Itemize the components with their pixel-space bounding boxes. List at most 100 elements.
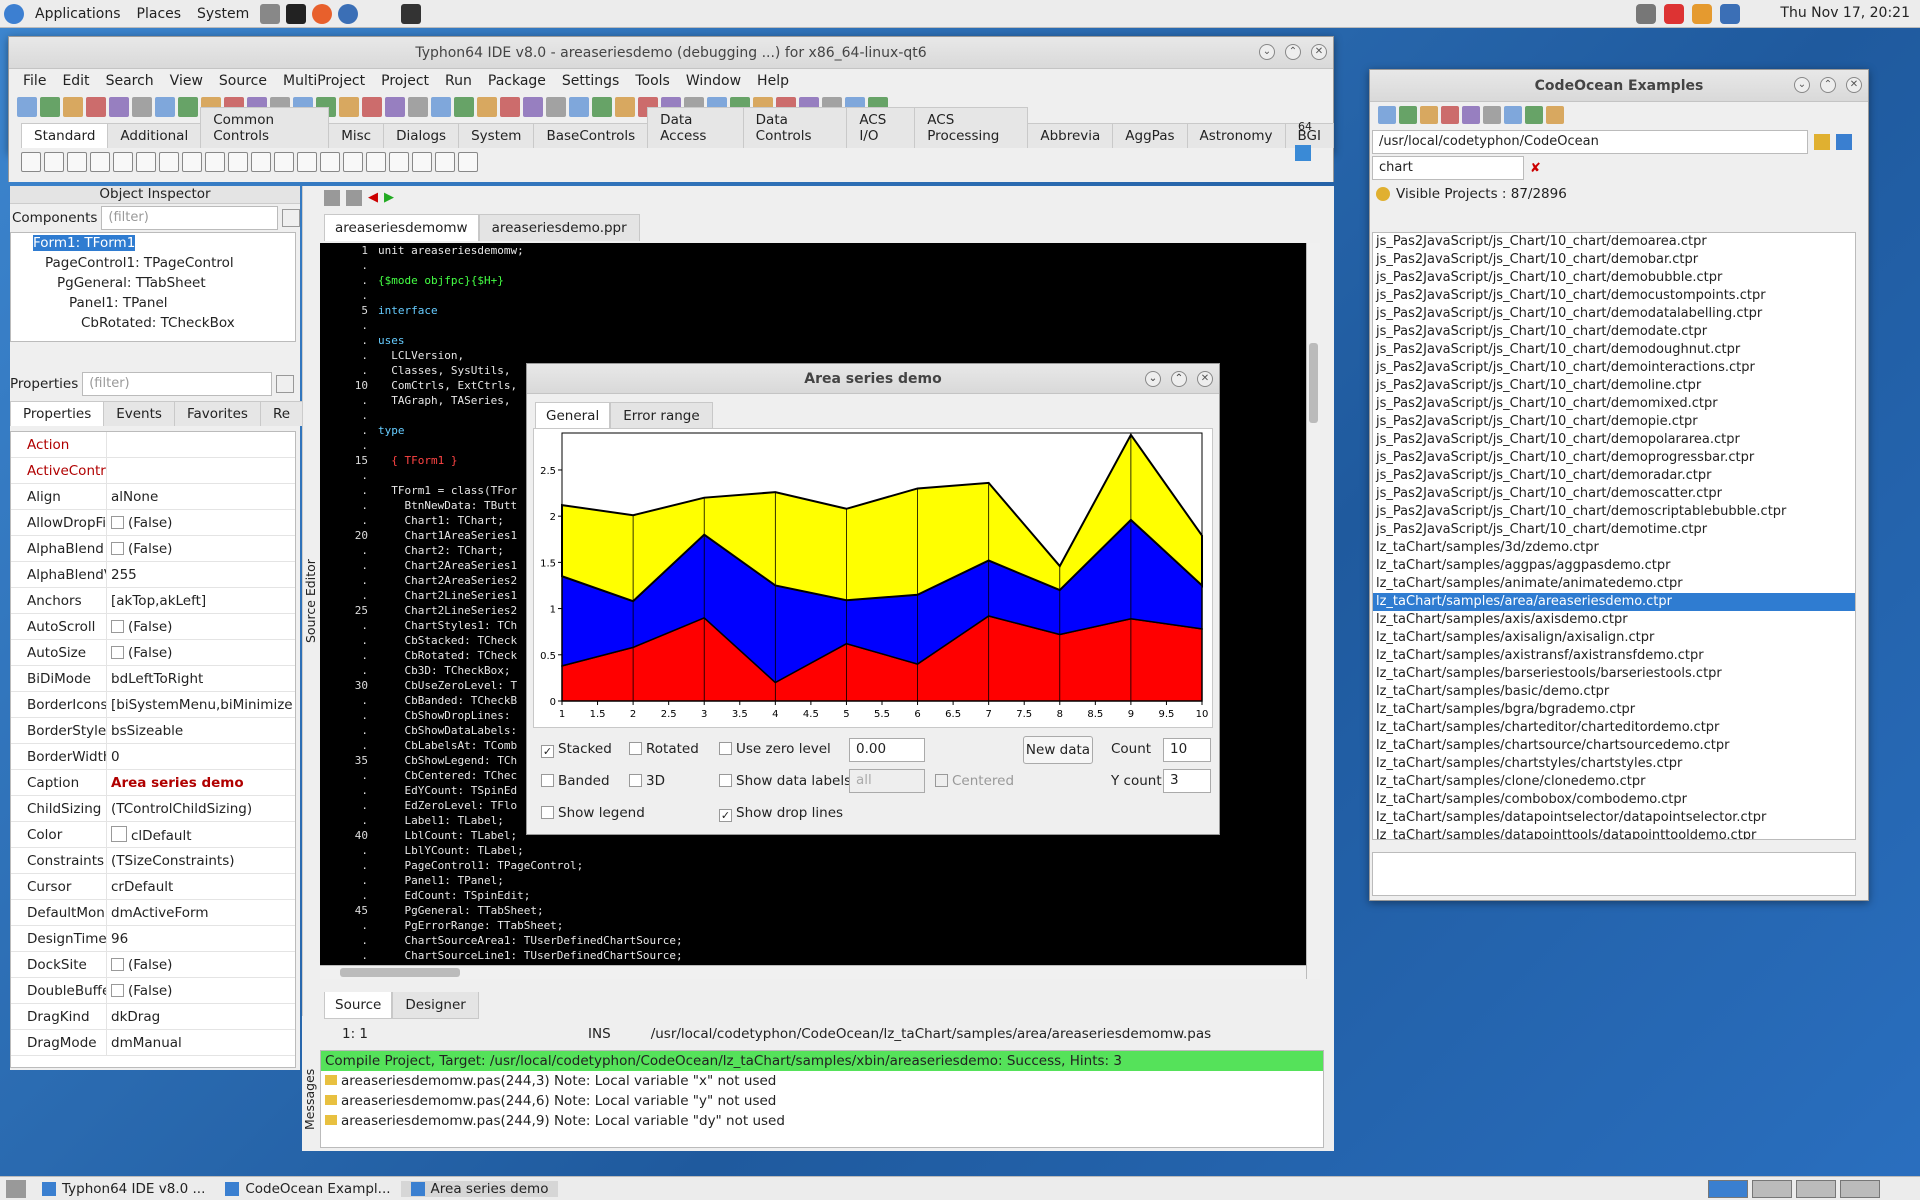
palette-component-icon[interactable]: [251, 152, 271, 172]
palette-tab[interactable]: Additional: [107, 123, 202, 148]
file-manager-launcher-icon[interactable]: [260, 3, 281, 24]
banded-checkbox[interactable]: Banded: [541, 773, 610, 789]
property-row[interactable]: DockSite (False): [11, 951, 295, 978]
property-row[interactable]: AlphaBlendValu255: [11, 561, 295, 588]
property-value[interactable]: Area series demo: [107, 775, 244, 791]
property-row[interactable]: DefaultMonitordmActiveForm: [11, 899, 295, 926]
menu-source[interactable]: Source: [211, 73, 275, 89]
property-value[interactable]: (False): [107, 983, 172, 999]
clear-filter-icon[interactable]: [282, 209, 300, 227]
palette-component-icon[interactable]: [366, 152, 386, 172]
property-row[interactable]: BorderWidth 0: [11, 743, 295, 770]
network-icon[interactable]: [1720, 4, 1740, 24]
palette-tab[interactable]: Data Controls: [742, 107, 848, 148]
palette-component-icon[interactable]: [44, 152, 64, 172]
editor-toolbar-icon[interactable]: [346, 190, 362, 206]
property-row[interactable]: ActiveControl: [11, 457, 295, 484]
toolbar-button[interactable]: [178, 97, 198, 117]
properties-filter-input[interactable]: (filter): [82, 372, 273, 396]
project-list-item[interactable]: lz_taChart/samples/datapointtools/datapo…: [1373, 827, 1855, 839]
checkbox-icon[interactable]: [111, 541, 124, 555]
property-row[interactable]: AlphaBlend (False): [11, 535, 295, 562]
forward-arrow-icon[interactable]: ▶: [384, 190, 394, 206]
property-value[interactable]: dkDrag: [107, 1009, 160, 1025]
fedora-icon[interactable]: [4, 3, 24, 24]
editor-hscrollbar[interactable]: [320, 965, 1306, 979]
tab-areaseriesdemomw[interactable]: areaseriesdemomw: [324, 214, 479, 241]
toolbar-button[interactable]: [40, 97, 60, 117]
menu-help[interactable]: Help: [749, 73, 797, 89]
project-list-item[interactable]: js_Pas2JavaScript/js_Chart/10_chart/demo…: [1373, 287, 1855, 305]
inspector-tab[interactable]: Events: [103, 401, 175, 426]
menu-view[interactable]: View: [162, 73, 211, 89]
codeocean-titlebar[interactable]: CodeOcean Examples ⌄ ⌃ ✕: [1370, 70, 1868, 102]
workspace-switcher[interactable]: [1708, 1179, 1880, 1198]
tree-node[interactable]: Panel1: TPanel: [11, 293, 295, 313]
maximize-button[interactable]: ⌃: [1820, 77, 1836, 93]
checkbox-icon[interactable]: [111, 957, 124, 971]
palette-tab[interactable]: Standard: [21, 123, 109, 148]
toolbar-button[interactable]: [615, 97, 635, 117]
menu-multiproject[interactable]: MultiProject: [275, 73, 373, 89]
project-list-item[interactable]: lz_taChart/samples/clone/clonedemo.ctpr: [1373, 773, 1855, 791]
palette-component-icon[interactable]: [297, 152, 317, 172]
menu-package[interactable]: Package: [480, 73, 554, 89]
property-value[interactable]: crDefault: [107, 879, 173, 895]
compile-success-message[interactable]: Compile Project, Target: /usr/local/code…: [321, 1051, 1323, 1071]
codeocean-path-input[interactable]: /usr/local/codetyphon/CodeOcean: [1372, 130, 1808, 154]
close-button[interactable]: ✕: [1311, 44, 1327, 60]
ide-titlebar[interactable]: Typhon64 IDE v8.0 - areaseriesdemo (debu…: [9, 37, 1333, 69]
palette-component-icon[interactable]: [67, 152, 87, 172]
project-list-item[interactable]: js_Pas2JavaScript/js_Chart/10_chart/demo…: [1373, 395, 1855, 413]
codeocean-toolbar-button[interactable]: [1399, 106, 1417, 124]
3d-checkbox[interactable]: 3D: [629, 773, 665, 789]
toolbar-button[interactable]: [500, 97, 520, 117]
workspace-1[interactable]: [1708, 1179, 1748, 1198]
toolbar-button[interactable]: [408, 97, 428, 117]
use-zero-level-checkbox[interactable]: Use zero level: [719, 741, 831, 757]
project-list-item[interactable]: lz_taChart/samples/aggpas/aggpasdemo.ctp…: [1373, 557, 1855, 575]
codeocean-search-input[interactable]: chart: [1372, 156, 1524, 180]
toolbar-button[interactable]: [63, 97, 83, 117]
property-row[interactable]: ChildSizing (TControlChildSizing): [11, 795, 295, 822]
property-value[interactable]: bdLeftToRight: [107, 671, 203, 687]
palette-component-icon[interactable]: [435, 152, 455, 172]
menu-places[interactable]: Places: [129, 6, 190, 22]
codeocean-toolbar-button[interactable]: [1525, 106, 1543, 124]
labels-at-combobox[interactable]: all: [849, 769, 925, 793]
project-list-item[interactable]: js_Pas2JavaScript/js_Chart/10_chart/demo…: [1373, 359, 1855, 377]
property-row[interactable]: DesignTimePPI96: [11, 925, 295, 952]
project-list-item[interactable]: lz_taChart/samples/axisalign/axisalign.c…: [1373, 629, 1855, 647]
tab-general[interactable]: General: [535, 402, 611, 429]
tree-node[interactable]: Form1: TForm1: [11, 233, 295, 253]
project-list-item[interactable]: lz_taChart/samples/datapointselector/dat…: [1373, 809, 1855, 827]
menu-system[interactable]: System: [189, 6, 257, 22]
clear-filter-icon[interactable]: [276, 375, 295, 393]
project-list-item[interactable]: lz_taChart/samples/combobox/combodemo.ct…: [1373, 791, 1855, 809]
project-list-item[interactable]: js_Pas2JavaScript/js_Chart/10_chart/demo…: [1373, 413, 1855, 431]
ycount-spinedit[interactable]: 3: [1163, 769, 1211, 793]
property-value[interactable]: clDefault: [107, 825, 192, 844]
clock[interactable]: Thu Nov 17, 20:21: [1780, 5, 1910, 21]
palette-component-icon[interactable]: [90, 152, 110, 172]
menu-project[interactable]: Project: [373, 73, 437, 89]
system-monitor-icon[interactable]: [401, 3, 422, 24]
tab-designer[interactable]: Designer: [392, 992, 479, 1019]
toolbar-button[interactable]: [17, 97, 37, 117]
palette-component-icon[interactable]: [182, 152, 202, 172]
hint-message[interactable]: areaseriesdemomw.pas(244,9) Note: Local …: [321, 1111, 1323, 1131]
workspace-4[interactable]: [1840, 1179, 1880, 1198]
show-desktop-icon[interactable]: [6, 1179, 26, 1198]
minimize-button[interactable]: ⌄: [1259, 44, 1275, 60]
checkbox-icon[interactable]: [111, 619, 124, 633]
palette-component-icon[interactable]: [228, 152, 248, 172]
property-row[interactable]: Cursor crDefault: [11, 873, 295, 900]
property-row[interactable]: DragKind dkDrag: [11, 1003, 295, 1030]
codeocean-toolbar-button[interactable]: [1378, 106, 1396, 124]
project-list-item[interactable]: js_Pas2JavaScript/js_Chart/10_chart/demo…: [1373, 503, 1855, 521]
tab-source[interactable]: Source: [324, 992, 393, 1019]
palette-component-icon[interactable]: [412, 152, 432, 172]
codeocean-toolbar-button[interactable]: [1441, 106, 1459, 124]
toolbar-button[interactable]: [546, 97, 566, 117]
palette-tab[interactable]: ACS Processing: [914, 107, 1029, 148]
